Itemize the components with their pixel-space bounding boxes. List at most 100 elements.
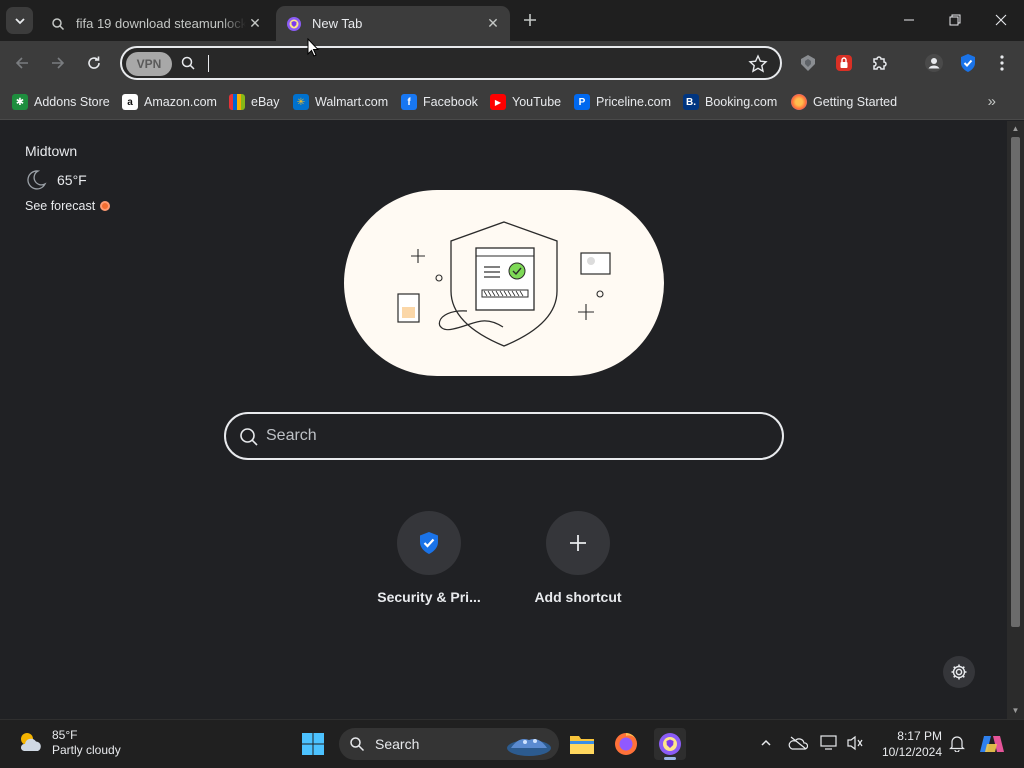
gear-icon	[951, 664, 967, 680]
weather-widget[interactable]: Midtown 65°F See forecast	[25, 143, 111, 213]
search-icon	[181, 56, 195, 70]
new-tab-page: Midtown 65°F See forecast Search Securit…	[0, 121, 1007, 719]
bookmark-label: eBay	[251, 95, 280, 109]
windows-logo-icon	[302, 733, 324, 755]
close-tab-icon[interactable]: ✕	[246, 15, 264, 33]
bookmark-amazon[interactable]: a Amazon.com	[122, 92, 217, 112]
more-bookmarks-chevron-icon[interactable]: »	[988, 93, 996, 110]
tab-fifa-search[interactable]: fifa 19 download steamunlocked ✕	[40, 6, 272, 41]
forecast-label: See forecast	[25, 199, 96, 213]
close-window-button[interactable]	[978, 0, 1024, 40]
browser-logo-icon	[286, 16, 302, 32]
search-icon	[350, 737, 365, 752]
plus-icon	[570, 535, 586, 551]
reload-button[interactable]	[80, 49, 108, 77]
bookmark-star-icon[interactable]	[748, 54, 768, 74]
customize-button[interactable]	[943, 656, 975, 688]
security-illustration	[344, 190, 664, 376]
shortcut-security-privacy[interactable]: Security & Pri...	[364, 511, 494, 605]
extension-shield-icon[interactable]	[796, 51, 820, 75]
security-shield-check-icon[interactable]	[956, 51, 980, 75]
search-input[interactable]	[266, 422, 766, 450]
scroll-up-icon[interactable]: ▲	[1011, 125, 1020, 133]
bookmark-facebook[interactable]: f Facebook	[401, 92, 478, 112]
onedrive-tray-icon[interactable]	[787, 732, 809, 754]
title-bar: fifa 19 download steamunlocked ✕ New Tab…	[0, 0, 1024, 41]
moon-icon	[27, 170, 47, 190]
address-bar[interactable]: VPN	[120, 46, 782, 80]
priceline-icon: P	[574, 94, 590, 110]
taskbar-search-label: Search	[375, 736, 420, 752]
taskbar-weather[interactable]: 85°F Partly cloudy	[16, 728, 121, 758]
forward-button[interactable]	[44, 49, 72, 77]
weather-city: Midtown	[25, 143, 78, 159]
minimize-icon	[904, 19, 914, 21]
back-button[interactable]	[8, 49, 36, 77]
arrow-left-icon	[15, 57, 28, 69]
notifications-bell-icon[interactable]	[946, 732, 968, 754]
bookmark-label: Addons Store	[34, 95, 110, 109]
booking-icon: B.	[683, 94, 699, 110]
network-tray-icon[interactable]	[818, 732, 840, 754]
taskbar-search[interactable]: Search	[339, 728, 559, 760]
search-icon	[50, 16, 66, 32]
address-input[interactable]	[212, 52, 732, 76]
tab-search-button[interactable]	[6, 7, 33, 34]
profile-avatar-icon[interactable]	[922, 51, 946, 75]
facebook-icon: f	[401, 94, 417, 110]
chevron-down-icon	[14, 17, 25, 24]
bookmark-ebay[interactable]: eBay	[229, 92, 280, 112]
bookmark-label: Getting Started	[813, 95, 898, 109]
bookmark-walmart[interactable]: ✳ Walmart.com	[293, 92, 388, 112]
firefox-icon	[615, 733, 638, 755]
copilot-button[interactable]	[976, 728, 1008, 760]
minimize-button[interactable]	[886, 0, 932, 40]
bookmark-label: YouTube	[512, 95, 562, 109]
bookmark-getting-started[interactable]: Getting Started	[791, 92, 897, 112]
close-icon	[995, 14, 1007, 26]
ebay-icon	[229, 94, 245, 110]
scroll-down-icon[interactable]: ▼	[1011, 707, 1020, 715]
browser-taskbar-button[interactable]	[654, 728, 686, 760]
active-app-indicator	[664, 757, 676, 760]
shortcut-label: Add shortcut	[534, 589, 622, 605]
bookmark-booking[interactable]: B. Booking.com	[683, 92, 777, 112]
menu-kebab-icon[interactable]	[990, 51, 1014, 75]
toolbar: VPN	[0, 41, 1024, 85]
shortcut-tile[interactable]	[397, 511, 461, 575]
close-tab-icon[interactable]: ✕	[484, 15, 502, 33]
plus-icon	[524, 14, 536, 26]
youtube-icon: ▶	[490, 94, 506, 110]
bookmark-addons-store[interactable]: ✱ Addons Store	[12, 92, 110, 112]
bookmark-priceline[interactable]: P Priceline.com	[574, 92, 671, 112]
tab-new-tab[interactable]: New Tab ✕	[276, 6, 510, 41]
extension-lock-icon[interactable]	[832, 51, 856, 75]
bookmark-youtube[interactable]: ▶ YouTube	[490, 92, 561, 112]
volume-muted-tray-icon[interactable]	[844, 732, 866, 754]
see-forecast-link[interactable]: See forecast	[25, 199, 111, 213]
shortcut-label: Security & Pri...	[377, 589, 481, 605]
vpn-toggle[interactable]: VPN	[126, 52, 172, 76]
start-button[interactable]	[297, 728, 329, 760]
extensions-puzzle-icon[interactable]	[868, 51, 892, 75]
shortcut-tile[interactable]	[546, 511, 610, 575]
shortcut-add[interactable]: Add shortcut	[513, 511, 643, 605]
partly-cloudy-icon	[20, 733, 41, 751]
bookmark-label: Booking.com	[705, 95, 778, 109]
scroll-thumb[interactable]	[1011, 137, 1020, 627]
clock-time: 8:17 PM	[897, 729, 942, 743]
alert-dot-icon	[100, 201, 111, 211]
chevron-up-icon	[761, 739, 771, 746]
file-explorer-button[interactable]	[566, 728, 598, 760]
walmart-icon: ✳	[293, 94, 309, 110]
firefox-button[interactable]	[610, 728, 642, 760]
show-hidden-icons-button[interactable]	[755, 732, 777, 754]
new-tab-button[interactable]	[519, 9, 541, 31]
restore-icon	[949, 14, 961, 26]
vertical-scrollbar[interactable]: ▲ ▼	[1007, 121, 1024, 719]
restore-button[interactable]	[932, 0, 978, 40]
shield-check-icon	[420, 532, 438, 554]
search-box[interactable]	[224, 412, 784, 460]
firefox-icon	[791, 94, 807, 110]
taskbar-clock[interactable]: 8:17 PM 10/12/2024	[872, 728, 942, 760]
